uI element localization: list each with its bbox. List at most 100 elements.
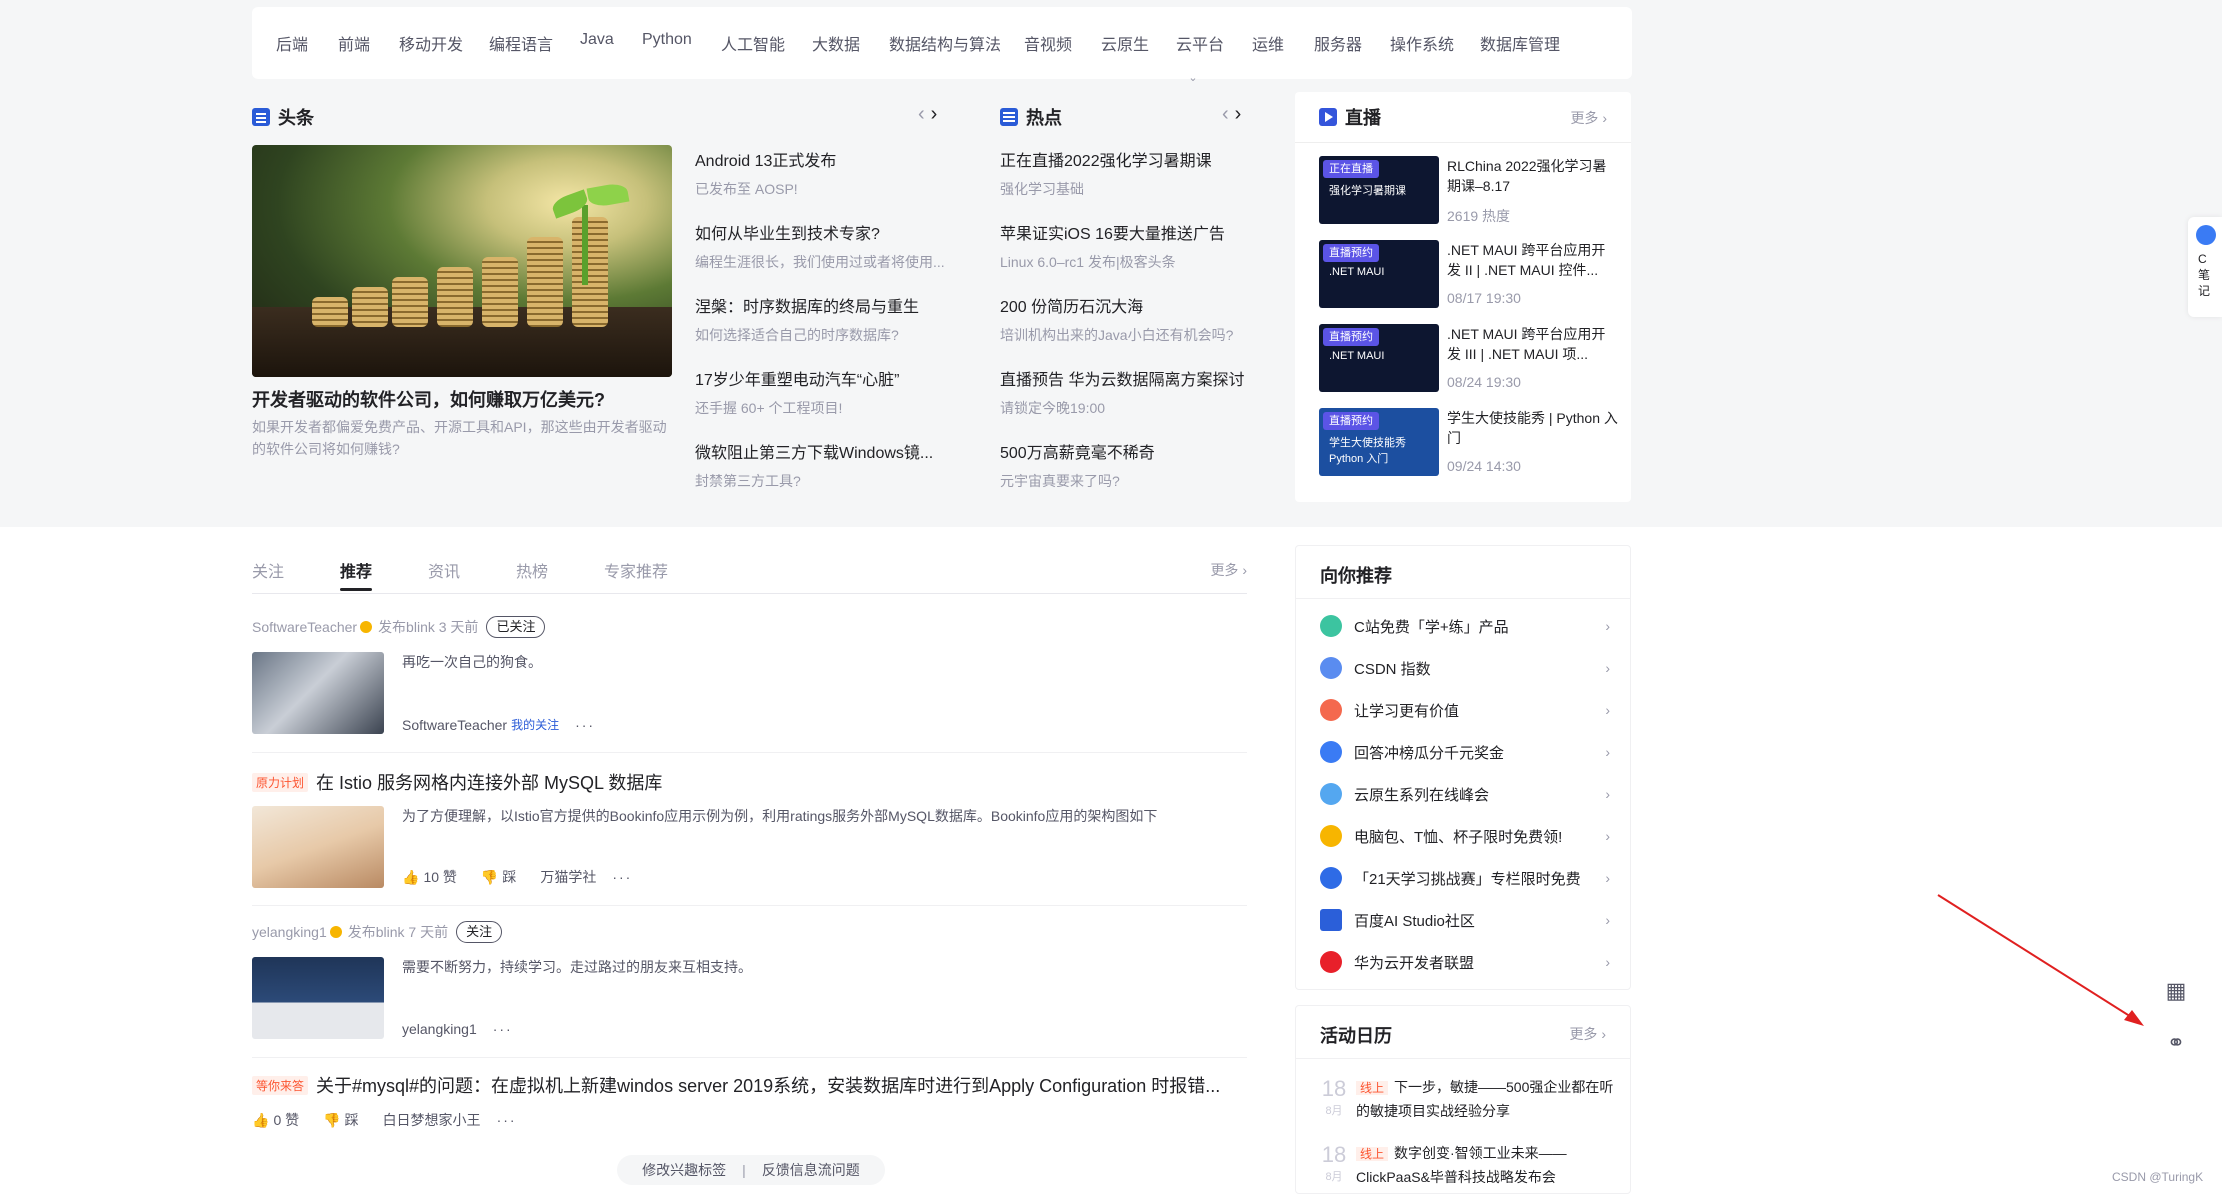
more-options-icon[interactable]: ···	[497, 1112, 517, 1128]
more-options-icon[interactable]: ···	[612, 869, 632, 885]
feed-item[interactable]: SoftwareTeacher 发布blink 3 天前 已关注 再吃一次自己的…	[252, 616, 1247, 753]
recommend-item[interactable]: 百度AI Studio社区 ›	[1320, 908, 1610, 932]
chevron-right-icon: ›	[1605, 912, 1610, 928]
qr-code-icon[interactable]: ▦	[2163, 978, 2189, 1004]
chevron-down-icon[interactable]: ⌄	[1182, 71, 1204, 85]
category-item[interactable]: 音视频	[1024, 31, 1072, 55]
live-thumbnail[interactable]: 直播预约 .NET MAUI	[1319, 240, 1439, 308]
category-item[interactable]: Python	[642, 31, 692, 49]
live-thumbnail[interactable]: 正在直播 强化学习暑期课	[1319, 156, 1439, 224]
feed-thumbnail[interactable]	[252, 957, 384, 1039]
dislike-button[interactable]: 👎 踩	[481, 867, 516, 887]
recommend-item-icon	[1320, 951, 1342, 973]
feedback-link[interactable]: 反馈信息流问题	[762, 1160, 860, 1180]
headline-main-title[interactable]: 开发者驱动的软件公司，如何赚取万亿美元?	[252, 386, 605, 412]
recommend-item[interactable]: 云原生系列在线峰会 ›	[1320, 782, 1610, 806]
headline-image[interactable]	[252, 145, 672, 377]
edit-interest-tags-link[interactable]: 修改兴趣标签	[642, 1160, 726, 1180]
hot-item[interactable]: 正在直播2022强化学习暑期课 强化学习基础	[1000, 147, 1270, 199]
author-name[interactable]: SoftwareTeacher	[402, 717, 507, 733]
activity-calendar: 活动日历 更多 › 18 8月 线上 下一步，敏捷——500强企业都在听的敏捷项目…	[1295, 1005, 1631, 1194]
category-item[interactable]: 前端	[338, 31, 370, 55]
feed-thumbnail[interactable]	[252, 806, 384, 888]
follow-button[interactable]: 已关注	[486, 616, 546, 638]
category-item[interactable]: 运维	[1252, 31, 1284, 55]
hot-pager[interactable]: ‹›	[1222, 103, 1247, 126]
category-nav: 后端 前端 移动开发 编程语言 Java Python 人工智能 大数据 数据结…	[252, 7, 1632, 84]
category-item[interactable]: 编程语言	[489, 31, 553, 55]
headline-item[interactable]: 17岁少年重塑电动汽车“心脏” 还手握 60+ 个工程项目!	[695, 366, 965, 418]
feed-item[interactable]: 等你来答 关于#mysql#的问题：在虚拟机上新建windos server 2…	[252, 1072, 1247, 1142]
hot-item[interactable]: 直播预告 华为云数据隔离方案探讨 请锁定今晚19:00	[1000, 366, 1270, 418]
hot-item[interactable]: 苹果证实iOS 16要大量推送广告 Linux 6.0–rc1 发布|极客头条	[1000, 220, 1270, 272]
category-item[interactable]: 人工智能	[721, 31, 785, 55]
feed-thumbnail[interactable]	[252, 652, 384, 734]
category-item[interactable]: 数据结构与算法	[889, 31, 1001, 55]
like-button[interactable]: 👍 10 赞	[402, 867, 457, 887]
category-item[interactable]: 云原生	[1101, 31, 1149, 55]
category-item[interactable]: 数据库管理	[1480, 31, 1560, 55]
category-item[interactable]: 后端	[276, 31, 308, 55]
live-item[interactable]: 直播预约 .NET MAUI .NET MAUI 跨平台应用开发 II | .N…	[1319, 240, 1619, 310]
author-name[interactable]: SoftwareTeacher	[252, 619, 357, 635]
dislike-button[interactable]: 👎 踩	[323, 1110, 358, 1130]
category-item[interactable]: 移动开发	[399, 31, 463, 55]
category-item[interactable]: 云平台	[1176, 31, 1224, 55]
recommend-item[interactable]: CSDN 指数 ›	[1320, 656, 1610, 680]
feed-item[interactable]: yelangking1 发布blink 7 天前 关注 需要不断努力，持续学习。…	[252, 921, 1247, 1058]
feed-more-link[interactable]: 更多 ›	[1210, 560, 1247, 580]
headline-item[interactable]: Android 13正式发布 已发布至 AOSP!	[695, 147, 965, 199]
hot-list-icon	[1000, 108, 1018, 126]
author-name[interactable]: yelangking1	[252, 924, 327, 940]
like-button[interactable]: 👍 0 赞	[252, 1110, 299, 1130]
live-item[interactable]: 直播预约 学生大使技能秀 Python 入门 学生大使技能秀 | Python …	[1319, 408, 1619, 478]
recommend-title: 向你推荐	[1320, 566, 1392, 586]
verified-badge-icon	[329, 926, 342, 938]
headset-icon[interactable]: ⚭	[2163, 1030, 2189, 1056]
category-item[interactable]: 服务器	[1314, 31, 1362, 55]
hot-item[interactable]: 200 份简历石沉大海 培训机构出来的Java小白还有机会吗?	[1000, 293, 1270, 345]
live-item[interactable]: 直播预约 .NET MAUI .NET MAUI 跨平台应用开发 III | .…	[1319, 324, 1619, 394]
headline-item[interactable]: 如何从毕业生到技术专家? 编程生涯很长，我们使用过或者将使用...	[695, 220, 965, 272]
live-more-link[interactable]: 更多 ›	[1570, 108, 1607, 128]
live-panel: 直播 更多 › 正在直播 强化学习暑期课 RLChina 2022强化学习暑期课…	[1295, 92, 1631, 502]
author-name[interactable]: 白日梦想家小王	[383, 1110, 481, 1130]
question-title[interactable]: 关于#mysql#的问题：在虚拟机上新建windos server 2019系统…	[316, 1072, 1220, 1098]
article-title[interactable]: 在 Istio 服务网格内连接外部 MySQL 数据库	[316, 769, 662, 795]
c-note-widget[interactable]: C笔记	[2188, 217, 2222, 317]
follow-button[interactable]: 关注	[456, 921, 503, 943]
more-options-icon[interactable]: ···	[493, 1021, 513, 1037]
hot-item[interactable]: 500万高薪竟毫不稀奇 元宇宙真要来了吗?	[1000, 439, 1270, 491]
category-item[interactable]: 大数据	[812, 31, 860, 55]
recommend-item[interactable]: 「21天学习挑战赛」专栏限时免费 ›	[1320, 866, 1610, 890]
live-thumbnail[interactable]: 直播预约 .NET MAUI	[1319, 324, 1439, 392]
tab-hot-list[interactable]: 热榜	[516, 558, 548, 582]
chevron-right-icon[interactable]: ›	[1235, 103, 1248, 125]
tab-recommend[interactable]: 推荐	[340, 558, 373, 591]
chevron-right-icon[interactable]: ›	[931, 103, 944, 125]
thumbs-up-icon: 👍	[402, 868, 420, 885]
category-item[interactable]: 操作系统	[1390, 31, 1454, 55]
headline-item[interactable]: 微软阻止第三方下载Windows镜... 封禁第三方工具?	[695, 439, 965, 491]
recommend-item[interactable]: C站免费「学+练」产品 ›	[1320, 614, 1610, 638]
watermark: CSDN @TuringK	[2112, 1170, 2204, 1184]
headline-pager[interactable]: ‹›	[918, 103, 943, 126]
author-name[interactable]: 万猫学社	[540, 867, 596, 887]
feed-item[interactable]: 原力计划 在 Istio 服务网格内连接外部 MySQL 数据库 为了方便理解，…	[252, 769, 1247, 906]
calendar-more-link[interactable]: 更多 ›	[1569, 1024, 1606, 1044]
tab-news[interactable]: 资讯	[428, 558, 460, 582]
tab-expert[interactable]: 专家推荐	[604, 558, 668, 582]
live-item[interactable]: 正在直播 强化学习暑期课 RLChina 2022强化学习暑期课–8.17 26…	[1319, 156, 1619, 226]
tab-follow[interactable]: 关注	[252, 558, 284, 582]
recommend-item[interactable]: 华为云开发者联盟 ›	[1320, 950, 1610, 974]
recommend-item[interactable]: 让学习更有价值 ›	[1320, 698, 1610, 722]
live-thumbnail[interactable]: 直播预约 学生大使技能秀 Python 入门	[1319, 408, 1439, 476]
recommend-item[interactable]: 回答冲榜瓜分千元奖金 ›	[1320, 740, 1610, 764]
chevron-left-icon[interactable]: ‹	[918, 103, 931, 125]
category-item[interactable]: Java	[580, 31, 614, 49]
author-name[interactable]: yelangking1	[402, 1021, 477, 1037]
chevron-left-icon[interactable]: ‹	[1222, 103, 1235, 125]
recommend-item[interactable]: 电脑包、T恤、杯子限时免费领! ›	[1320, 824, 1610, 848]
headline-item[interactable]: 涅槃：时序数据库的终局与重生 如何选择适合自己的时序数据库?	[695, 293, 965, 345]
more-options-icon[interactable]: ···	[575, 717, 595, 733]
